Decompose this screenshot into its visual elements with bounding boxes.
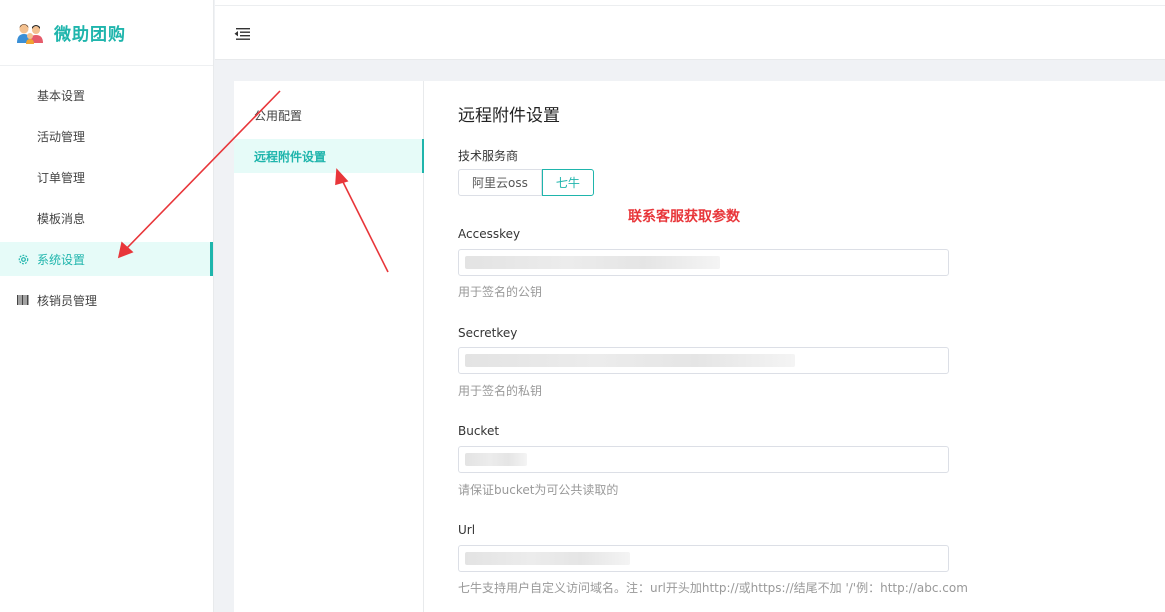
subnav-item-label: 公用配置 xyxy=(254,108,303,123)
subnav-item-common-config[interactable]: 公用配置 xyxy=(234,98,423,132)
provider-selector: 阿里云oss 七牛 xyxy=(458,169,594,196)
secretkey-hint: 用于签名的私钥 xyxy=(458,384,543,398)
redacted-value xyxy=(465,256,720,269)
sidebar-item-label: 订单管理 xyxy=(37,170,86,185)
sidebar-item-order-management[interactable]: 订单管理 xyxy=(0,160,213,194)
content-panel: 公用配置 远程附件设置 远程附件设置 技术服务商 阿里云oss 七牛 联系客服获… xyxy=(234,81,1165,612)
brand-title: 微助团购 xyxy=(54,25,126,45)
sidebar-item-verifier-management[interactable]: 核销员管理 xyxy=(0,283,213,317)
annotation-notice: 联系客服获取参数 xyxy=(628,209,740,225)
secretkey-input[interactable] xyxy=(458,347,949,374)
sidebar-item-basic-settings[interactable]: 基本设置 xyxy=(0,78,213,112)
accesskey-hint: 用于签名的公钥 xyxy=(458,285,543,299)
bucket-label: Bucket xyxy=(458,424,500,438)
people-logo-icon xyxy=(16,21,44,45)
redacted-value xyxy=(465,354,795,367)
sidebar-item-label: 基本设置 xyxy=(37,88,86,103)
sidebar-nav: 基本设置 活动管理 订单管理 模板消息 系统设置 核销员管理 xyxy=(0,66,213,317)
brand[interactable]: 微助团购 xyxy=(0,0,213,66)
provider-option-aliyun[interactable]: 阿里云oss xyxy=(458,169,542,196)
sidebar-item-label: 活动管理 xyxy=(37,129,86,144)
sidebar-item-activity-management[interactable]: 活动管理 xyxy=(0,119,213,153)
redacted-value xyxy=(465,453,527,466)
bucket-input[interactable] xyxy=(458,446,949,473)
sidebar-item-label: 模板消息 xyxy=(37,211,86,226)
top-header xyxy=(215,6,1165,60)
url-label: Url xyxy=(458,523,476,537)
sidebar-item-system-settings[interactable]: 系统设置 xyxy=(0,242,213,276)
page-title: 远程附件设置 xyxy=(458,106,560,126)
gear-icon xyxy=(17,253,29,265)
sidebar: 微助团购 基本设置 活动管理 订单管理 模板消息 系统设置 核销员管理 xyxy=(0,0,214,612)
url-input[interactable] xyxy=(458,545,949,572)
redacted-value xyxy=(465,552,630,565)
provider-label: 技术服务商 xyxy=(458,149,519,163)
subnav-item-label: 远程附件设置 xyxy=(254,149,327,164)
barcode-icon xyxy=(17,294,29,306)
provider-option-qiniu[interactable]: 七牛 xyxy=(541,169,594,196)
sidebar-item-label: 系统设置 xyxy=(37,252,86,267)
subnav-item-remote-attachment[interactable]: 远程附件设置 xyxy=(234,139,424,173)
menu-fold-icon[interactable] xyxy=(233,26,251,40)
accesskey-label: Accesskey xyxy=(458,227,521,241)
sidebar-item-template-messages[interactable]: 模板消息 xyxy=(0,201,213,235)
settings-subnav: 公用配置 远程附件设置 xyxy=(234,81,424,612)
secretkey-label: Secretkey xyxy=(458,326,518,340)
url-hint: 七牛支持用户自定义访问域名。注：url开头加http://或https://结尾… xyxy=(458,581,968,595)
sidebar-item-label: 核销员管理 xyxy=(37,293,98,308)
bucket-hint: 请保证bucket为可公共读取的 xyxy=(458,483,619,497)
accesskey-input[interactable] xyxy=(458,249,949,276)
app-window: 微助团购 基本设置 活动管理 订单管理 模板消息 系统设置 核销员管理 公用配置… xyxy=(0,0,1165,612)
